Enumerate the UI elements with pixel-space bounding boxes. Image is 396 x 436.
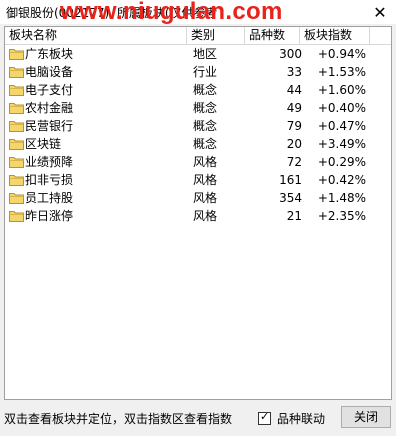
sector-category: 风格: [193, 191, 218, 205]
table-row[interactable]: 民营银行 概念 79 +0.47%: [5, 117, 370, 135]
linkage-label: 品种联动: [277, 412, 326, 426]
column-header-category[interactable]: 类别: [187, 27, 245, 45]
sector-name: 电脑设备: [25, 65, 74, 79]
sector-category: 地区: [193, 47, 218, 61]
sector-index: +0.94%: [317, 47, 366, 61]
sector-index: +1.53%: [317, 65, 366, 79]
sector-name: 广东板块: [25, 47, 74, 61]
table-header: 板块名称 类别 品种数 板块指数: [5, 27, 391, 45]
sector-count: 161: [279, 173, 302, 187]
sector-category: 风格: [193, 155, 218, 169]
table-row[interactable]: 业绩预降 风格 72 +0.29%: [5, 153, 370, 171]
sector-count: 21: [286, 209, 302, 223]
sector-category: 概念: [193, 119, 218, 133]
sector-name: 区块链: [25, 137, 62, 151]
sector-category: 风格: [193, 173, 218, 187]
linkage-checkbox[interactable]: [258, 410, 271, 425]
table-row[interactable]: 昨日涨停 风格 21 +2.35%: [5, 207, 370, 225]
table-row[interactable]: 区块链 概念 20 +3.49%: [5, 135, 370, 153]
table-row[interactable]: 农村金融 概念 49 +0.40%: [5, 99, 370, 117]
linkage-toggle[interactable]: 品种联动: [258, 410, 325, 427]
sector-name: 员工持股: [25, 191, 74, 205]
sector-count: 20: [286, 137, 302, 151]
sector-category: 概念: [193, 83, 218, 97]
sector-category: 概念: [193, 101, 218, 115]
sector-count: 44: [286, 83, 302, 97]
sector-index: +3.49%: [317, 137, 366, 151]
sector-count: 300: [279, 47, 302, 61]
sector-category: 风格: [193, 209, 218, 223]
table-row[interactable]: 广东板块 地区 300 +0.94%: [5, 45, 370, 63]
sector-name: 业绩预降: [25, 155, 74, 169]
title-bar: 御银股份(002177) 所属板块(仅供参考 www.niugulan.com …: [0, 0, 396, 25]
sector-index: +1.60%: [317, 83, 366, 97]
column-header-index[interactable]: 板块指数: [300, 27, 370, 45]
sector-index: +0.40%: [317, 101, 366, 115]
sector-count: 72: [286, 155, 302, 169]
table-row[interactable]: 扣非亏损 风格 161 +0.42%: [5, 171, 370, 189]
sector-index: +1.48%: [317, 191, 366, 205]
sector-list[interactable]: 板块名称 类别 品种数 板块指数 广东板块 地区 300 +0.94% 电脑设备 行业 33…: [4, 26, 392, 400]
column-header-name[interactable]: 板块名称: [5, 27, 187, 45]
sector-index: +0.47%: [317, 119, 366, 133]
sector-name: 扣非亏损: [25, 173, 74, 187]
sector-index: +0.42%: [317, 173, 366, 187]
sector-name: 电子支付: [25, 83, 74, 97]
watermark-text: www.niugulan.com: [60, 0, 283, 25]
column-header-count[interactable]: 品种数: [245, 27, 300, 45]
sector-index: +0.29%: [317, 155, 366, 169]
close-button[interactable]: 关闭: [341, 406, 391, 428]
sector-count: 79: [286, 119, 302, 133]
sector-name: 民营银行: [25, 119, 74, 133]
table-row[interactable]: 电脑设备 行业 33 +1.53%: [5, 63, 370, 81]
sector-category: 行业: [193, 65, 218, 79]
sector-count: 354: [279, 191, 302, 205]
sector-name: 昨日涨停: [25, 209, 74, 223]
sector-name: 农村金融: [25, 101, 74, 115]
sector-count: 33: [286, 65, 302, 79]
table-row[interactable]: 电子支付 概念 44 +1.60%: [5, 81, 370, 99]
sector-category: 概念: [193, 137, 218, 151]
sector-count: 49: [286, 101, 302, 115]
table-row[interactable]: 员工持股 风格 354 +1.48%: [5, 189, 370, 207]
status-hint: 双击查看板块并定位，双击指数区查看指数: [4, 412, 233, 426]
window-close-button[interactable]: ✕: [366, 0, 394, 24]
sector-index: +2.35%: [317, 209, 366, 223]
